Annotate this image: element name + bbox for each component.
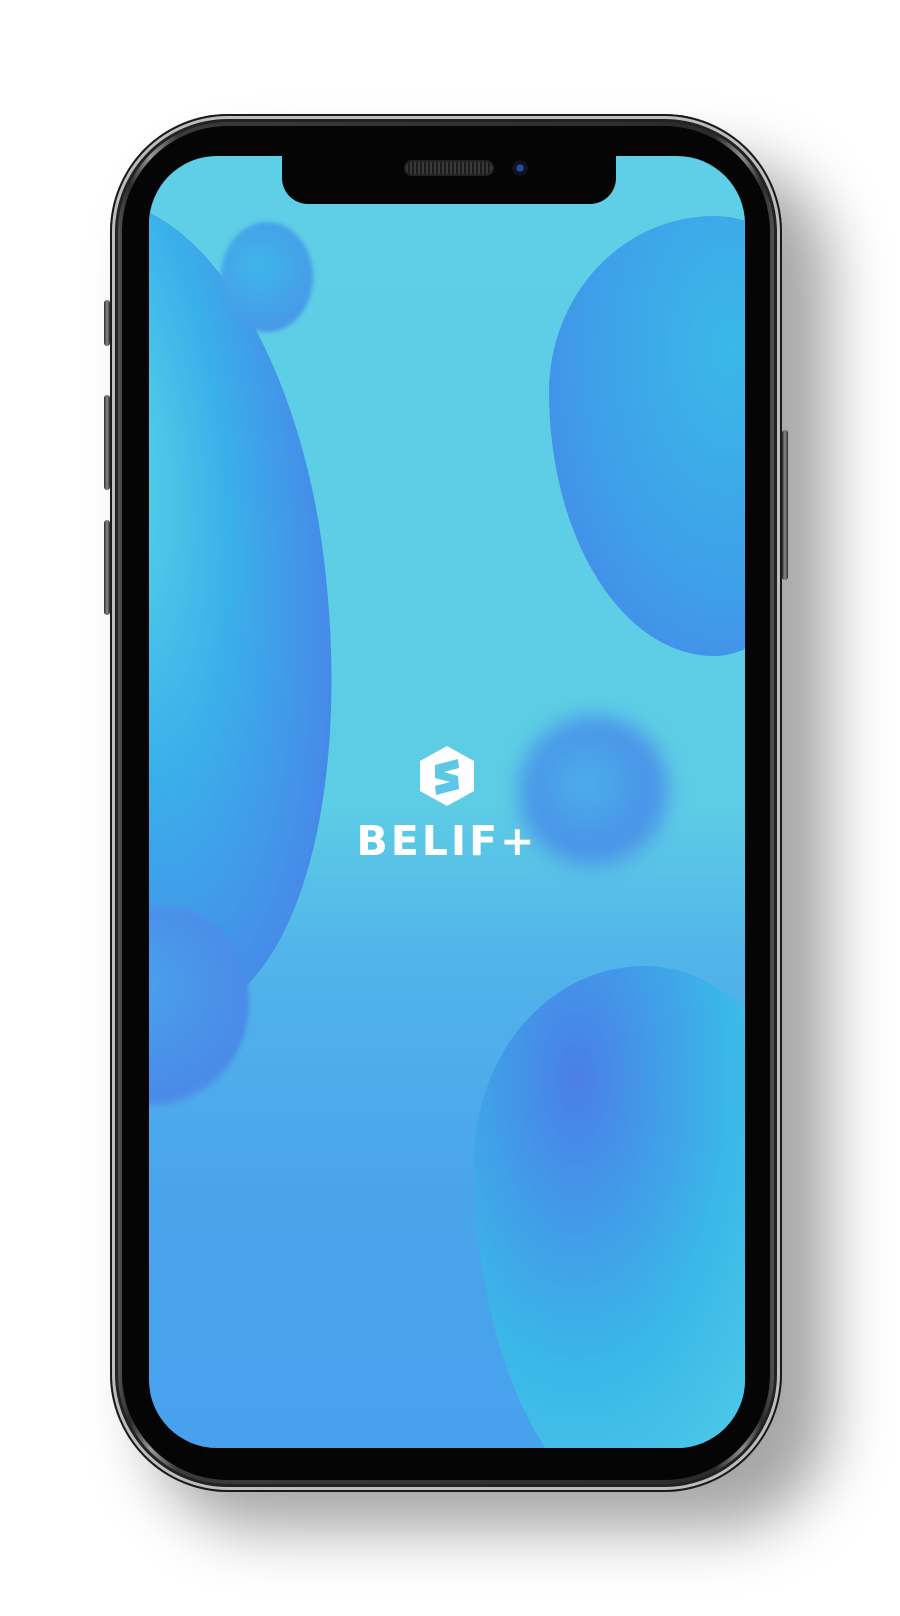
power-button	[782, 430, 788, 580]
speaker-grille-icon	[406, 162, 492, 174]
mockup-stage: BELIF+	[0, 0, 900, 1616]
hexagon-s-logo-icon	[420, 746, 474, 806]
brand-name: BELIF+	[356, 817, 538, 865]
background-blob-small-top	[221, 222, 313, 332]
front-camera-icon	[512, 160, 528, 176]
background-blob-bottom-right	[474, 966, 745, 1448]
brand-logo: BELIF+	[149, 745, 745, 863]
background-blob-right	[549, 216, 745, 656]
